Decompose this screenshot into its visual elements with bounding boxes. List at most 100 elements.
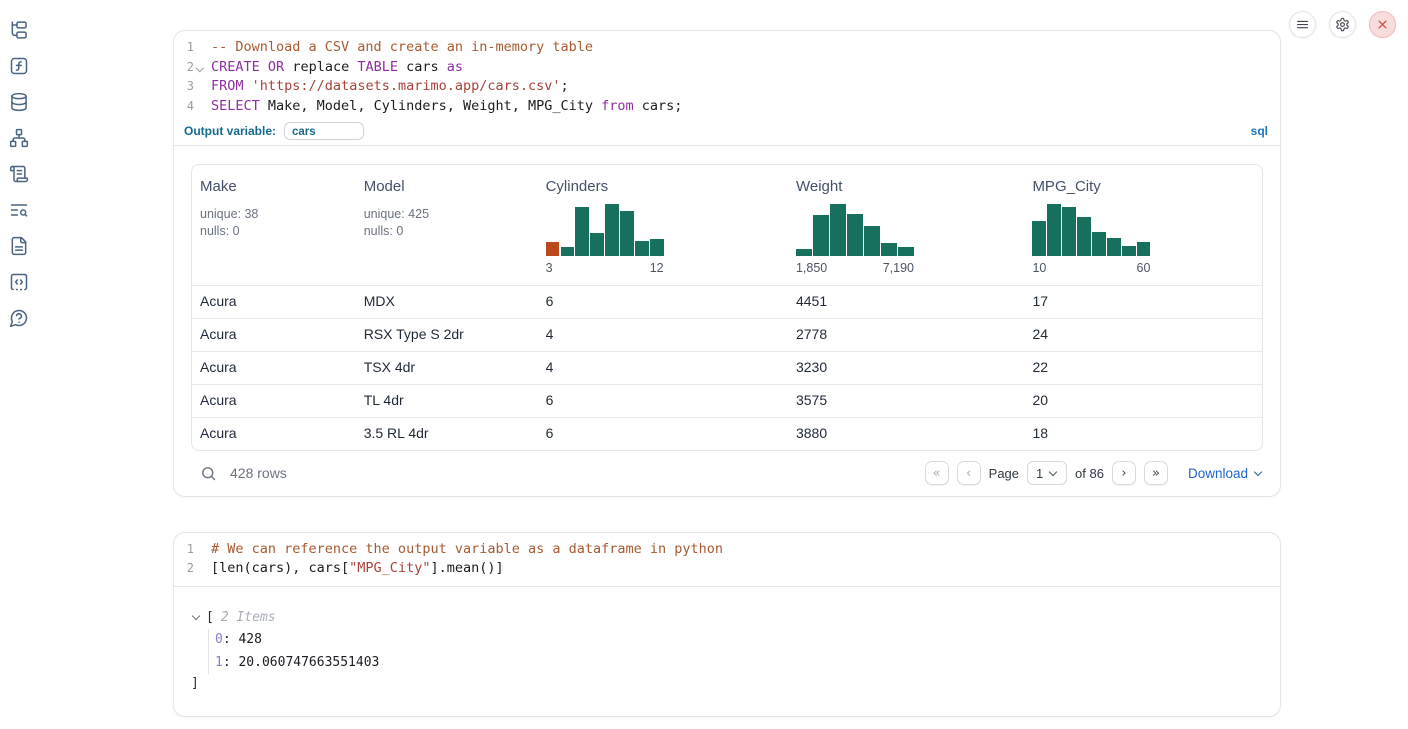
file-tree-icon[interactable]	[8, 20, 30, 40]
histogram-bar	[605, 204, 618, 256]
mpg-city-histogram: 10 60	[1032, 204, 1150, 275]
histogram-bar	[847, 214, 863, 256]
mpg-city-min-label: 10	[1032, 261, 1046, 275]
fold-gutter	[194, 540, 205, 560]
menu-button[interactable]	[1289, 11, 1316, 38]
table-cell: TL 4dr	[356, 385, 538, 417]
table-cell: 6	[538, 385, 788, 417]
table-row[interactable]: AcuraTSX 4dr4323022	[192, 351, 1262, 384]
settings-button[interactable]	[1329, 11, 1356, 38]
table-cell: MDX	[356, 286, 538, 318]
table-cell: 6	[538, 286, 788, 318]
table-cell: Acura	[192, 319, 356, 351]
histogram-bar	[1032, 221, 1045, 256]
histogram-bar	[635, 241, 648, 256]
histogram-bar	[561, 247, 574, 256]
items-count-label: 2 Items	[221, 610, 276, 625]
column-header-model: Model unique: 425 nulls: 0	[356, 165, 538, 285]
table-footer: 428 rows « ‹ Page 1 of 86 › » Downl	[191, 451, 1263, 496]
column-header-cylinders: Cylinders 3 12	[538, 165, 788, 285]
code-line: 4SELECT Make, Model, Cylinders, Weight, …	[174, 97, 1280, 117]
fold-chevron-icon[interactable]	[194, 58, 205, 78]
documentation-icon[interactable]	[8, 236, 30, 256]
histogram-bar	[813, 215, 829, 256]
make-nulls-stat: nulls: 0	[200, 223, 348, 240]
table-cell: 18	[1024, 418, 1262, 450]
python-cell: 1# We can reference the output variable …	[173, 532, 1281, 717]
histogram-bar	[830, 204, 846, 256]
table-cell: 3880	[788, 418, 1024, 450]
last-page-button[interactable]: »	[1144, 461, 1168, 485]
histogram-bar	[1047, 204, 1060, 256]
histogram-bar	[1077, 217, 1090, 256]
table-cell: 22	[1024, 352, 1262, 384]
help-icon[interactable]	[8, 308, 30, 328]
chevron-down-icon	[1254, 468, 1262, 476]
histogram-bar	[1122, 246, 1135, 256]
table-header: Make unique: 38 nulls: 0 Model unique: 4…	[192, 165, 1262, 285]
column-header-weight: Weight 1,850 7,190	[788, 165, 1024, 285]
table-cell: 4451	[788, 286, 1024, 318]
open-bracket: [	[206, 610, 214, 625]
next-page-button[interactable]: ›	[1112, 461, 1136, 485]
histogram-bar	[546, 242, 559, 256]
table-cell: 4	[538, 319, 788, 351]
table-cell: 3230	[788, 352, 1024, 384]
pagination: « ‹ Page 1 of 86 › » Download	[925, 461, 1261, 485]
weight-max-label: 7,190	[883, 261, 914, 275]
histogram-bar	[1107, 238, 1120, 256]
output-variable-label: Output variable:	[184, 124, 276, 138]
line-number: 1	[174, 38, 194, 58]
download-button[interactable]: Download	[1188, 466, 1261, 481]
histogram-bar	[864, 226, 880, 256]
histogram-bar	[881, 243, 897, 256]
table-row[interactable]: AcuraMDX6445117	[192, 285, 1262, 318]
sidebar	[8, 20, 38, 328]
notebook-actions	[1289, 11, 1396, 38]
line-number: 2	[174, 58, 194, 78]
output-variable-input[interactable]: cars	[284, 122, 364, 140]
weight-histogram: 1,850 7,190	[796, 204, 914, 275]
table-cell: Acura	[192, 352, 356, 384]
table-row[interactable]: Acura3.5 RL 4dr6388018	[192, 417, 1262, 450]
functions-icon[interactable]	[8, 56, 30, 76]
histogram-bar	[898, 247, 914, 256]
column-header-make: Make unique: 38 nulls: 0	[192, 165, 356, 285]
sql-code-editor[interactable]: 1-- Download a CSV and create an in-memo…	[174, 31, 1280, 122]
collapse-chevron-icon[interactable]	[191, 611, 203, 623]
page-select[interactable]: 1	[1027, 461, 1067, 485]
table-cell: 6	[538, 418, 788, 450]
table-of-contents-icon[interactable]	[8, 200, 30, 220]
cylinders-max-label: 12	[650, 261, 664, 275]
row-count: 428 rows	[230, 465, 287, 481]
python-code-editor[interactable]: 1# We can reference the output variable …	[174, 533, 1280, 587]
language-badge[interactable]: sql	[1251, 124, 1268, 138]
tree-entry: 0: 428	[215, 629, 1280, 652]
table-cell: 3.5 RL 4dr	[356, 418, 538, 450]
cylinders-histogram: 3 12	[546, 204, 664, 275]
table-cell: 2778	[788, 319, 1024, 351]
weight-min-label: 1,850	[796, 261, 827, 275]
table-cell: 3575	[788, 385, 1024, 417]
shutdown-button[interactable]	[1369, 11, 1396, 38]
table-cell: TSX 4dr	[356, 352, 538, 384]
sql-cell-footer: Output variable: cars sql	[174, 122, 1280, 146]
code-line: 3FROM 'https://datasets.marimo.app/cars.…	[174, 77, 1280, 97]
dependency-graph-icon[interactable]	[8, 128, 30, 148]
table-row[interactable]: AcuraTL 4dr6357520	[192, 384, 1262, 417]
fold-gutter	[194, 77, 205, 97]
line-number: 3	[174, 77, 194, 97]
table-row[interactable]: AcuraRSX Type S 2dr4277824	[192, 318, 1262, 351]
table-cell: Acura	[192, 385, 356, 417]
prev-page-button[interactable]: ‹	[957, 461, 981, 485]
first-page-button[interactable]: «	[925, 461, 949, 485]
tree-entry: 1: 20.060747663551403	[215, 652, 1280, 675]
logs-icon[interactable]	[8, 164, 30, 184]
snippets-icon[interactable]	[8, 272, 30, 292]
table-cell: Acura	[192, 418, 356, 450]
chevron-down-icon	[1049, 468, 1057, 476]
datasources-icon[interactable]	[8, 92, 30, 112]
search-icon[interactable]	[195, 460, 221, 486]
marimo-notebook: 1-- Download a CSV and create an in-memo…	[0, 0, 1408, 729]
fold-gutter	[194, 97, 205, 117]
